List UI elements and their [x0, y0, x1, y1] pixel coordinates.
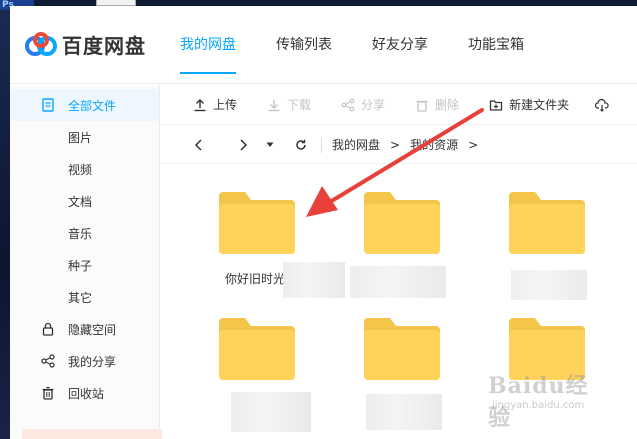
sidebar-item-label: 其它	[68, 290, 93, 305]
breadcrumb-my-netdisk[interactable]: 我的网盘	[332, 136, 380, 153]
folder-item[interactable]	[191, 292, 311, 432]
desktop-background	[0, 0, 10, 439]
sidebar-item-videos[interactable]: 视频	[10, 153, 159, 185]
sidebar: 全部文件 图片 视频 文档 音乐 种子 其它 隐藏空间 我的分享 回收站	[10, 85, 162, 439]
new-folder-label: 新建文件夹	[509, 98, 570, 112]
folder-icon	[219, 318, 295, 380]
tab-transfer-list[interactable]: 传输列表	[276, 6, 332, 84]
breadcrumb-separator: >	[468, 137, 479, 152]
sidebar-item-other[interactable]: 其它	[10, 281, 159, 313]
baidu-cloud-logo-icon	[25, 32, 57, 56]
lock-icon	[40, 321, 56, 337]
share-label: 分享	[361, 98, 386, 112]
folder-icon	[219, 192, 295, 254]
download-button[interactable]: 下载	[267, 96, 311, 113]
sidebar-item-images[interactable]: 图片	[10, 121, 159, 153]
forward-button[interactable]	[235, 137, 251, 153]
sidebar-item-label: 图片	[68, 130, 93, 145]
breadcrumb-separator: >	[390, 137, 401, 152]
sidebar-bottom-banner[interactable]	[22, 429, 162, 439]
sidebar-item-label: 文档	[68, 194, 93, 209]
new-folder-button[interactable]: 新建文件夹	[489, 96, 569, 113]
share-icon	[341, 98, 355, 111]
new-folder-icon	[489, 99, 503, 111]
back-button[interactable]	[191, 137, 207, 153]
redaction-blur	[231, 392, 311, 432]
refresh-icon	[296, 139, 306, 150]
app-logo[interactable]: 百度网盘	[24, 30, 146, 58]
redaction-blur	[366, 394, 442, 430]
document-icon	[40, 97, 56, 113]
breadcrumb-divider	[321, 136, 322, 153]
sidebar-item-label: 我的分享	[68, 354, 117, 369]
sidebar-item-hidden-space[interactable]: 隐藏空间	[10, 313, 159, 345]
download-icon	[268, 99, 280, 111]
share-button[interactable]: 分享	[341, 96, 385, 113]
file-toolbar: 上传 下载 分享 删除 新建文件夹	[161, 85, 637, 125]
sidebar-item-label: 视频	[68, 162, 93, 177]
sidebar-item-label: 全部文件	[68, 98, 117, 113]
history-dropdown[interactable]	[265, 137, 275, 153]
app-header: 百度网盘 我的网盘 传输列表 好友分享 功能宝箱	[10, 6, 637, 84]
trash-icon	[40, 385, 56, 401]
chevron-right-icon	[240, 138, 248, 151]
folder-name: 你好旧时光	[225, 272, 286, 286]
sidebar-item-label: 隐藏空间	[68, 322, 117, 337]
baidu-jingyan-watermark: Baidu经验 jingyan.baidu.com	[488, 368, 608, 431]
sidebar-item-label: 回收站	[68, 386, 105, 401]
folder-item[interactable]	[336, 166, 456, 298]
refresh-button[interactable]	[293, 137, 309, 153]
app-name: 百度网盘	[62, 33, 146, 58]
tab-toolbox[interactable]: 功能宝箱	[468, 6, 524, 84]
sidebar-item-label: 种子	[68, 258, 93, 273]
breadcrumb-my-resources[interactable]: 我的资源	[410, 136, 458, 153]
sidebar-item-documents[interactable]: 文档	[10, 185, 159, 217]
folder-item[interactable]	[336, 292, 456, 430]
tab-friend-share[interactable]: 好友分享	[372, 6, 428, 84]
folder-icon	[364, 318, 440, 380]
folder-icon	[509, 192, 585, 254]
cloud-download-icon	[595, 98, 609, 112]
watermark-url-text: jingyan.baidu.com	[492, 400, 585, 411]
sidebar-item-my-share[interactable]: 我的分享	[10, 345, 159, 377]
tab-my-netdisk[interactable]: 我的网盘	[180, 6, 236, 84]
sidebar-item-torrents[interactable]: 种子	[10, 249, 159, 281]
upload-label: 上传	[213, 98, 238, 112]
share-icon	[40, 353, 56, 369]
sidebar-item-recycle-bin[interactable]: 回收站	[10, 377, 159, 409]
delete-label: 删除	[435, 98, 460, 112]
download-label: 下载	[287, 98, 312, 112]
sidebar-item-music[interactable]: 音乐	[10, 217, 159, 249]
upload-button[interactable]: 上传	[193, 96, 237, 113]
breadcrumb-bar: 我的网盘 > 我的资源 >	[161, 126, 637, 164]
chevron-left-icon	[194, 138, 202, 151]
folder-item[interactable]	[481, 166, 601, 300]
upload-icon	[194, 98, 206, 111]
sidebar-item-label: 音乐	[68, 226, 93, 241]
caret-down-icon	[266, 142, 274, 147]
trash-icon	[416, 100, 428, 112]
delete-button[interactable]: 删除	[415, 96, 459, 113]
folder-item[interactable]: 你好旧时光	[191, 166, 345, 298]
sidebar-item-all-files[interactable]: 全部文件	[10, 89, 159, 121]
main-nav: 我的网盘 传输列表 好友分享 功能宝箱	[180, 6, 564, 84]
offline-download-button[interactable]	[595, 98, 615, 112]
folder-icon	[364, 192, 440, 254]
